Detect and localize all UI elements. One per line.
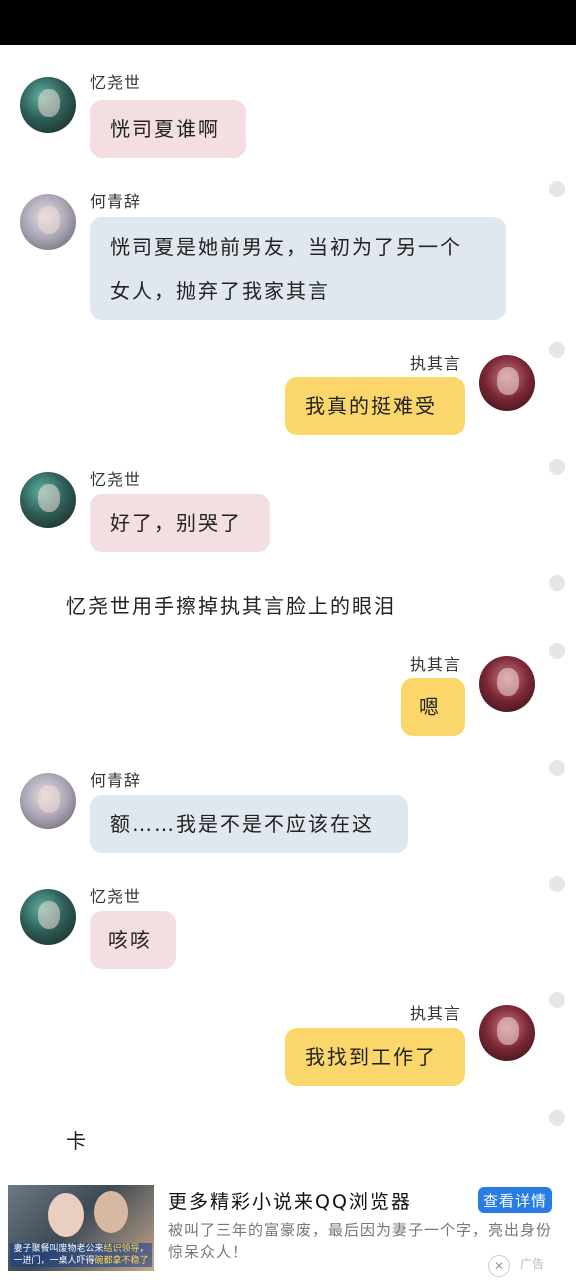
avatar-heqingci[interactable]	[20, 194, 76, 250]
sender-name: 执其言	[410, 354, 462, 373]
read-indicator	[549, 181, 565, 197]
message-bubble[interactable]: 嗯	[401, 678, 465, 736]
ad-label: 广告	[520, 1257, 545, 1271]
sender-name: 忆尧世	[90, 470, 142, 489]
ad-thumbnail[interactable]: 妻子聚餐叫废物老公来结识领导，一进门，一桌人吓得碗都拿不稳了	[8, 1185, 154, 1271]
message-bubble[interactable]: 好了，别哭了	[90, 494, 270, 552]
ad-thumbnail-person	[48, 1193, 84, 1237]
close-icon[interactable]: ✕	[488, 1255, 510, 1277]
sender-name: 忆尧世	[90, 73, 142, 92]
sender-name: 何青辞	[90, 192, 142, 211]
narration-text: 卡	[66, 1129, 88, 1153]
avatar-zhiqiyan[interactable]	[479, 656, 535, 712]
read-indicator	[549, 1110, 565, 1126]
message-line: 女人，抛弃了我家其言	[110, 279, 330, 303]
message-bubble[interactable]: 恍司夏是她前男友，当初为了另一个 女人，抛弃了我家其言	[90, 217, 506, 320]
avatar-heqingci[interactable]	[20, 773, 76, 829]
message-bubble[interactable]: 我真的挺难受	[285, 377, 465, 435]
caption-text: 妻子聚餐叫废物老公来	[13, 1244, 104, 1254]
read-indicator	[549, 992, 565, 1008]
sender-name: 执其言	[410, 1004, 462, 1023]
read-indicator	[549, 760, 565, 776]
sender-name: 忆尧世	[90, 887, 142, 906]
message-bubble[interactable]: 恍司夏谁啊	[90, 100, 246, 158]
chat-area[interactable]: 忆尧世 恍司夏谁啊 何青辞 恍司夏是她前男友，当初为了另一个 女人，抛弃了我家其…	[0, 45, 576, 1175]
sender-name: 执其言	[410, 655, 462, 674]
ad-thumbnail-person	[94, 1191, 128, 1233]
read-indicator	[549, 342, 565, 358]
avatar-zhiqiyan[interactable]	[479, 1005, 535, 1061]
message-line: 恍司夏是她前男友，当初为了另一个	[110, 235, 462, 259]
avatar-yiyaoshi[interactable]	[20, 77, 76, 133]
ad-banner[interactable]: 妻子聚餐叫废物老公来结识领导，一进门，一桌人吓得碗都拿不稳了 更多精彩小说来QQ…	[0, 1175, 576, 1280]
avatar-yiyaoshi[interactable]	[20, 472, 76, 528]
caption-highlight: 碗都拿不稳了	[94, 1256, 149, 1266]
message-bubble[interactable]: 额……我是不是不应该在这	[90, 795, 408, 853]
status-bar	[0, 0, 576, 45]
ad-title[interactable]: 更多精彩小说来QQ浏览器	[168, 1187, 412, 1214]
read-indicator	[549, 459, 565, 475]
avatar-yiyaoshi[interactable]	[20, 889, 76, 945]
ad-thumbnail-caption: 妻子聚餐叫废物老公来结识领导，一进门，一桌人吓得碗都拿不稳了	[10, 1243, 152, 1267]
caption-highlight: 结识领导	[103, 1244, 140, 1254]
view-details-button[interactable]: 查看详情	[478, 1187, 552, 1213]
sender-name: 何青辞	[90, 771, 142, 790]
message-bubble[interactable]: 我找到工作了	[285, 1028, 465, 1086]
avatar-zhiqiyan[interactable]	[479, 355, 535, 411]
read-indicator	[549, 575, 565, 591]
message-bubble[interactable]: 咳咳	[90, 911, 176, 969]
read-indicator	[549, 876, 565, 892]
read-indicator	[549, 643, 565, 659]
narration-text: 忆尧世用手擦掉执其言脸上的眼泪	[66, 594, 396, 618]
